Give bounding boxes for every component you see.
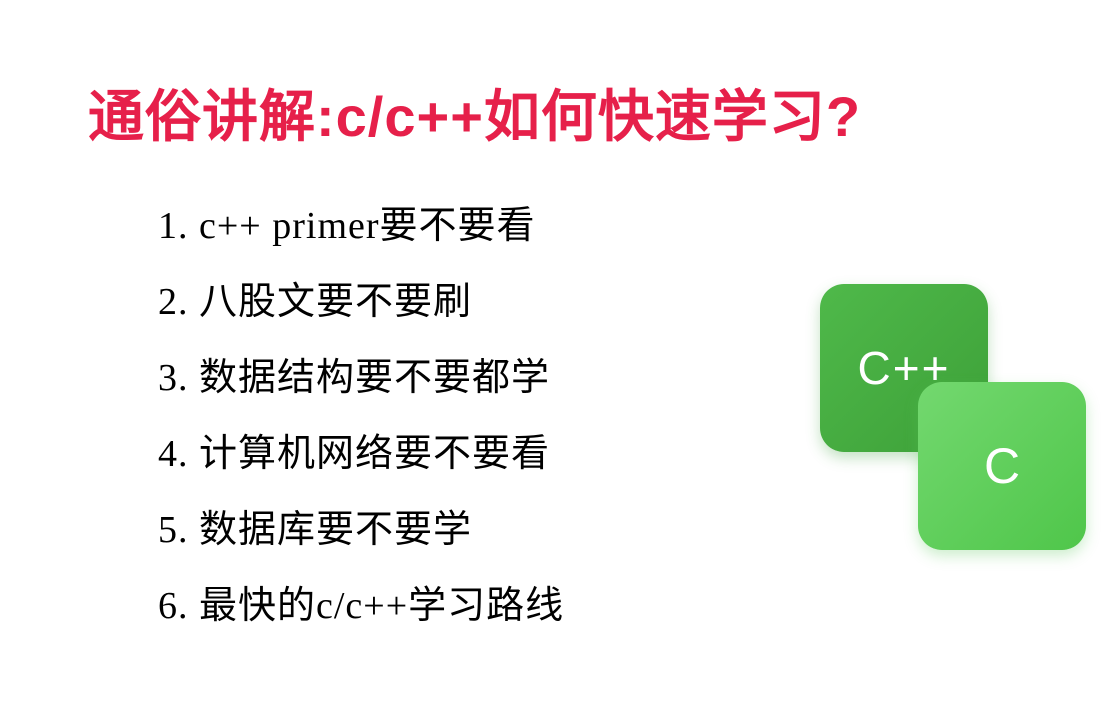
c-icon: C <box>918 382 1086 550</box>
page-title: 通俗讲解:c/c++如何快速学习? <box>88 72 861 153</box>
c-icon-label: C <box>984 437 1020 495</box>
list-item: 3. 数据结构要不要都学 <box>158 340 564 416</box>
list-item: 6. 最快的c/c++学习路线 <box>158 568 564 644</box>
list-item: 5. 数据库要不要学 <box>158 492 564 568</box>
list-item: 1. c++ primer要不要看 <box>158 188 564 264</box>
topic-list: 1. c++ primer要不要看 2. 八股文要不要刷 3. 数据结构要不要都… <box>158 188 564 644</box>
list-item: 4. 计算机网络要不要看 <box>158 416 564 492</box>
language-icons: C++ C <box>820 284 1080 544</box>
list-item: 2. 八股文要不要刷 <box>158 264 564 340</box>
